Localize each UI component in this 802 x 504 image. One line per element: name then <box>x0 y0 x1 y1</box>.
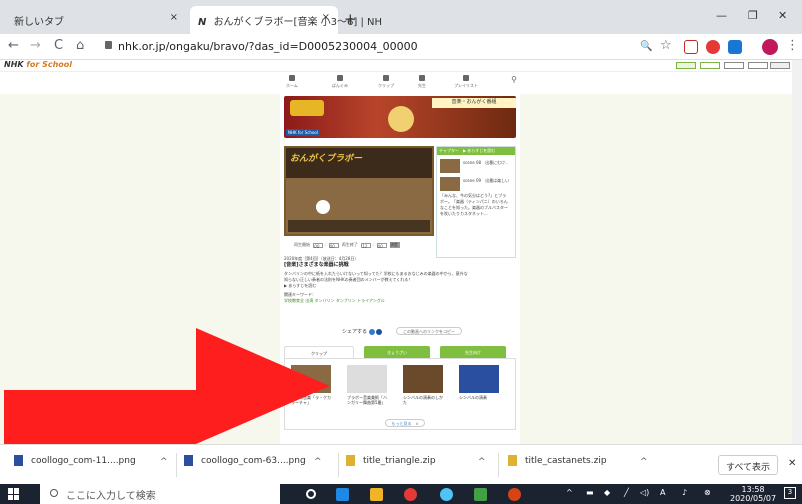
zoom-icon[interactable]: 🔍 <box>640 41 652 52</box>
tab-ongaku-bravo[interactable]: N おんがくブラボー[音楽 小3〜6] | NH × <box>190 6 382 34</box>
home-button[interactable]: ⌂ <box>76 38 84 53</box>
search-icon[interactable]: ⚲ <box>500 75 528 84</box>
close-icon[interactable]: × <box>322 12 330 23</box>
nav-clips[interactable]: クリップ <box>372 75 400 89</box>
header-button[interactable] <box>676 62 696 69</box>
reload-button[interactable]: C <box>54 38 63 53</box>
chevron-up-icon[interactable]: ^ <box>640 457 648 467</box>
line-icon[interactable] <box>474 488 487 501</box>
header-button[interactable] <box>724 62 744 69</box>
edge-icon[interactable] <box>336 488 349 501</box>
tab-new-tab[interactable]: 新しいタブ × <box>6 6 186 34</box>
scrollbar[interactable] <box>792 60 802 446</box>
nav-programs[interactable]: ばんぐみ <box>326 75 354 89</box>
taskbar-search-input[interactable]: ここに入力して検索 <box>40 484 280 504</box>
extension-icon[interactable] <box>684 40 698 54</box>
restore-button[interactable]: ❐ <box>748 9 758 22</box>
chevron-up-icon[interactable]: ^ <box>566 488 573 497</box>
windows-start-icon[interactable] <box>8 488 20 500</box>
minimize-button[interactable]: — <box>716 9 727 22</box>
image-file-icon <box>14 455 23 466</box>
new-tab-button[interactable]: + <box>344 10 357 28</box>
nhk-favicon-icon: N <box>198 17 207 28</box>
extension-icon[interactable] <box>728 40 742 54</box>
powerpoint-icon[interactable] <box>508 488 521 501</box>
cortana-icon[interactable] <box>306 489 316 499</box>
zip-file-icon <box>508 455 517 466</box>
download-item[interactable]: title_triangle.zip ^ <box>346 455 496 475</box>
header-button[interactable] <box>700 62 720 69</box>
forward-button[interactable]: → <box>30 38 41 53</box>
tab-label: おんがくブラボー[音楽 小3〜6] | NH <box>213 17 382 28</box>
red-arrow-annotation <box>4 328 330 444</box>
chevron-up-icon[interactable]: ^ <box>160 457 168 467</box>
bookmark-star-icon[interactable]: ☆ <box>660 38 672 53</box>
download-item[interactable]: coollogo_com-63....png ^ <box>184 455 334 475</box>
tray-icon[interactable]: ◆ <box>604 488 610 497</box>
taskbar: ここに入力して検索 ^ ▬ ◆ ╱ ◁) A ♪ ⊗ 13:58 2020/05/… <box>0 484 802 504</box>
close-icon[interactable]: × <box>170 12 178 23</box>
nhk-logo[interactable]: NHK for School <box>4 60 72 69</box>
nhk-header: NHK for School <box>0 60 802 72</box>
page-body: 音楽・おんがく番組 NHK for School おんがくブラボー チャプター … <box>0 94 802 444</box>
clip-icon <box>383 75 389 81</box>
address-bar-row: ← → C ⌂ nhk.or.jp/ongaku/bravo/?das_id=D… <box>0 34 802 60</box>
ime-indicator[interactable]: A <box>660 488 665 497</box>
download-bar: coollogo_com-11....png ^ coollogo_com-63.… <box>0 444 802 484</box>
playlist-icon <box>463 75 469 81</box>
download-item[interactable]: title_castanets.zip ^ <box>508 455 658 475</box>
tab-strip: 新しいタブ × N おんがくブラボー[音楽 小3〜6] | NH × + — ❐… <box>0 0 802 34</box>
download-item[interactable]: coollogo_com-11....png ^ <box>14 455 174 475</box>
zip-file-icon <box>346 455 355 466</box>
home-icon <box>289 75 295 81</box>
close-icon[interactable]: ✕ <box>788 458 796 469</box>
arrow-shape <box>4 328 330 444</box>
nav-playlist[interactable]: プレイリスト <box>452 75 480 89</box>
app-icon[interactable] <box>440 488 453 501</box>
extension-icon[interactable] <box>706 40 720 54</box>
chrome-icon[interactable] <box>404 488 417 501</box>
tab-label: 新しいタブ <box>14 17 64 28</box>
tray-icon[interactable]: ♪ <box>682 488 687 497</box>
menu-icon[interactable]: ⋮ <box>786 38 799 53</box>
profile-avatar[interactable] <box>762 39 778 55</box>
nav-teachers[interactable]: 先生 <box>408 75 436 89</box>
person-icon <box>419 75 425 81</box>
back-button[interactable]: ← <box>8 38 19 53</box>
category-nav: ホーム ばんぐみ クリップ 先生 プレイリスト ⚲ <box>0 72 802 94</box>
window-close-button[interactable]: ✕ <box>778 9 787 22</box>
show-all-button[interactable]: すべて表示 <box>718 455 778 475</box>
tray-icon[interactable]: ⊗ <box>704 488 711 497</box>
header-button[interactable] <box>748 62 768 69</box>
explorer-icon[interactable] <box>370 488 383 501</box>
lock-icon <box>105 41 112 49</box>
network-icon[interactable]: ╱ <box>624 488 629 497</box>
tray-icon[interactable]: ▬ <box>586 488 594 497</box>
chevron-up-icon[interactable]: ^ <box>314 457 322 467</box>
chevron-up-icon[interactable]: ^ <box>478 457 486 467</box>
url-field[interactable]: nhk.or.jp/ongaku/bravo/?das_id=D00052300… <box>118 40 418 53</box>
search-icon <box>50 489 58 497</box>
image-file-icon <box>184 455 193 466</box>
notification-icon[interactable]: 3 <box>784 487 796 499</box>
volume-icon[interactable]: ◁) <box>640 488 649 497</box>
tv-icon <box>337 75 343 81</box>
clock[interactable]: 13:58 2020/05/07 <box>730 485 776 503</box>
header-button[interactable] <box>770 62 790 69</box>
nav-home[interactable]: ホーム <box>278 75 306 89</box>
